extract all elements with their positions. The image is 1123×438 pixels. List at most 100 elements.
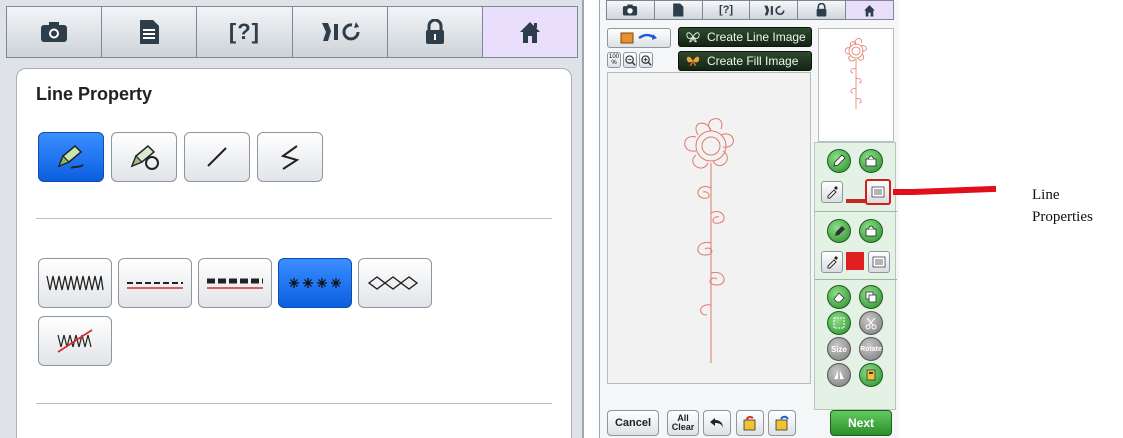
image-arrow-icon bbox=[620, 32, 657, 44]
fill-brush-icon bbox=[835, 226, 845, 236]
next-button[interactable]: Next bbox=[830, 410, 892, 436]
callout-label-line1: Line bbox=[1032, 187, 1060, 203]
line-draw-button[interactable] bbox=[827, 149, 851, 173]
select-area-button[interactable] bbox=[827, 311, 851, 335]
rotate-button[interactable]: Rotate bbox=[859, 337, 883, 361]
running-stitch-button[interactable] bbox=[118, 258, 192, 308]
camera-icon bbox=[41, 22, 68, 42]
eyedropper-icon bbox=[827, 256, 838, 269]
pen-fill-button[interactable] bbox=[111, 132, 177, 182]
help-icon: [?] bbox=[719, 4, 734, 16]
straight-line-button[interactable] bbox=[184, 132, 250, 182]
chain-stitch-icon bbox=[367, 276, 419, 290]
select-area-icon bbox=[833, 317, 845, 329]
mirror-icon bbox=[834, 371, 844, 379]
tab-help[interactable]: [?] bbox=[197, 7, 293, 57]
line-color-bar bbox=[846, 199, 866, 203]
load-file-icon bbox=[743, 415, 756, 431]
callout-arrow bbox=[893, 185, 997, 195]
tab-bobbin-refresh[interactable] bbox=[750, 1, 799, 19]
separator bbox=[36, 218, 552, 219]
eraser-icon bbox=[833, 292, 845, 303]
fill-color-picker-button[interactable] bbox=[821, 251, 843, 273]
all-clear-button[interactable]: All Clear bbox=[667, 410, 699, 436]
separator bbox=[815, 279, 897, 280]
candlewicking-stitch-button[interactable] bbox=[278, 258, 352, 308]
stamp-icon bbox=[865, 155, 877, 167]
tab-help[interactable]: [?] bbox=[702, 1, 751, 19]
save-file-button[interactable] bbox=[768, 410, 796, 436]
running-stitch-icon bbox=[127, 282, 183, 289]
butterfly-outline-icon bbox=[686, 32, 700, 43]
zoom-in-button[interactable] bbox=[639, 52, 653, 68]
tab-lock[interactable] bbox=[798, 1, 847, 19]
my-design-center-screen: [?] 100 % Create Line Image Create Fill … bbox=[599, 0, 899, 438]
flower-thumbnail bbox=[844, 38, 867, 109]
load-image-button[interactable] bbox=[607, 28, 671, 48]
cancel-label: Cancel bbox=[614, 417, 652, 429]
tab-camera[interactable] bbox=[7, 7, 103, 57]
fill-color-swatch[interactable] bbox=[846, 252, 864, 270]
create-line-image-button[interactable]: Create Line Image bbox=[678, 27, 812, 47]
triple-stitch-button[interactable] bbox=[198, 258, 272, 308]
size-button[interactable]: Size bbox=[827, 337, 851, 361]
line-color-swatch[interactable] bbox=[846, 190, 866, 203]
memory-icon bbox=[866, 369, 876, 381]
triple-stitch-icon bbox=[207, 278, 263, 289]
zoom-level-label: 100 % bbox=[608, 54, 619, 66]
drawing-canvas[interactable] bbox=[607, 72, 811, 384]
line-color-picker-button[interactable] bbox=[821, 181, 843, 203]
load-file-button[interactable] bbox=[736, 410, 764, 436]
tab-bobbin-refresh[interactable] bbox=[292, 7, 388, 57]
tool-palette: Size Rotate bbox=[814, 142, 897, 410]
lock-icon bbox=[816, 3, 827, 17]
tab-document[interactable] bbox=[654, 1, 703, 19]
fill-color-square bbox=[846, 252, 864, 270]
cancel-button[interactable]: Cancel bbox=[607, 410, 659, 436]
zoom-100-button[interactable]: 100 % bbox=[607, 52, 621, 68]
zigzag-line-button[interactable] bbox=[257, 132, 323, 182]
tab-lock[interactable] bbox=[387, 7, 483, 57]
no-sew-button[interactable] bbox=[38, 316, 112, 366]
home-icon bbox=[519, 22, 540, 43]
tab-camera[interactable] bbox=[607, 1, 655, 19]
document-icon bbox=[140, 20, 160, 44]
line-properties-button[interactable] bbox=[865, 179, 891, 205]
undo-button[interactable] bbox=[703, 410, 731, 436]
fill-brush-button[interactable] bbox=[827, 219, 851, 243]
no-sew-icon bbox=[57, 329, 93, 353]
zigzag-stitch-button[interactable] bbox=[38, 258, 112, 308]
bobbin-refresh-icon bbox=[321, 22, 360, 41]
create-line-image-label: Create Line Image bbox=[707, 30, 806, 44]
camera-icon bbox=[623, 4, 638, 16]
create-fill-image-button[interactable]: Create Fill Image bbox=[678, 51, 812, 71]
lock-icon bbox=[425, 19, 444, 44]
line-stamp-button[interactable] bbox=[859, 149, 883, 173]
next-label: Next bbox=[847, 416, 874, 430]
separator bbox=[36, 403, 552, 404]
pen-fill-icon bbox=[130, 144, 159, 170]
callout-label-line2: Properties bbox=[1032, 209, 1093, 225]
eraser-button[interactable] bbox=[827, 285, 851, 309]
preview-thumbnail bbox=[818, 28, 894, 142]
undo-icon bbox=[710, 418, 723, 428]
pen-line-icon bbox=[57, 144, 84, 169]
tab-document[interactable] bbox=[102, 7, 198, 57]
help-icon: [?] bbox=[228, 19, 260, 44]
size-label: Size bbox=[830, 344, 847, 354]
zoom-out-button[interactable] bbox=[623, 52, 637, 68]
tab-home[interactable] bbox=[846, 1, 893, 19]
fill-stamp-button[interactable] bbox=[859, 219, 883, 243]
pen-line-button[interactable] bbox=[38, 132, 104, 182]
copy-icon bbox=[865, 291, 877, 303]
pencil-icon bbox=[833, 154, 846, 167]
mirror-button[interactable] bbox=[827, 363, 851, 387]
fill-properties-button[interactable] bbox=[868, 251, 890, 273]
cut-button[interactable] bbox=[859, 311, 883, 335]
callout-label: Line Properties bbox=[1032, 184, 1093, 228]
chain-stitch-button[interactable] bbox=[358, 258, 432, 308]
copy-button[interactable] bbox=[859, 285, 883, 309]
pattern-memory-button[interactable] bbox=[859, 363, 883, 387]
save-file-icon bbox=[775, 415, 789, 431]
tab-home[interactable] bbox=[482, 7, 578, 57]
